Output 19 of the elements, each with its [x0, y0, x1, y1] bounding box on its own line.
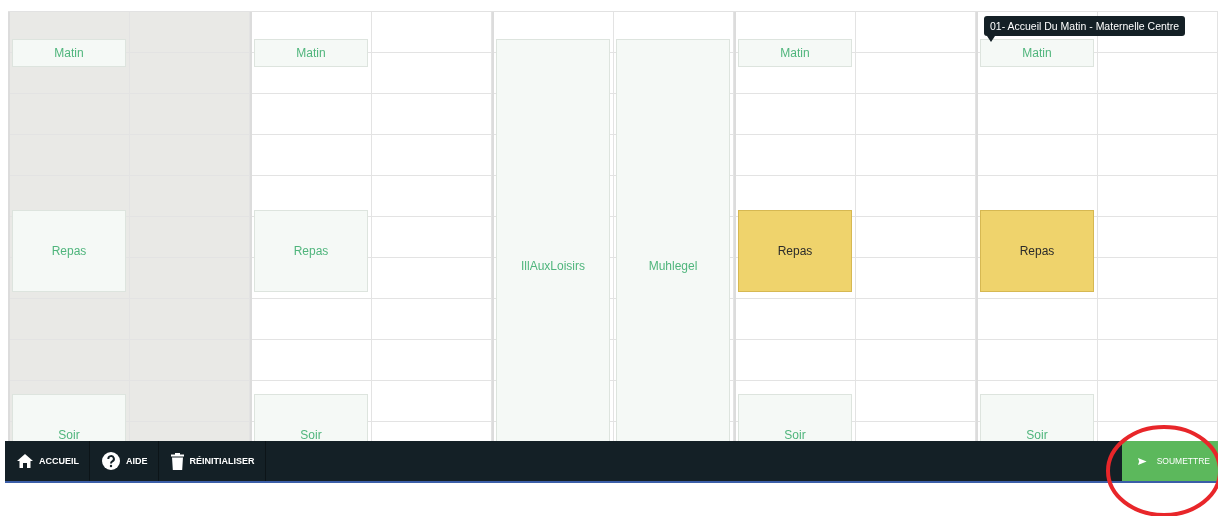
activity-slot[interactable]: Soir — [980, 394, 1094, 441]
activity-slot[interactable]: Soir — [738, 394, 852, 441]
toolbar-button[interactable]: AIDE — [90, 441, 159, 481]
activity-slot[interactable]: Muhlegel — [616, 39, 730, 441]
submit-button[interactable]: SOUMETTRE — [1122, 441, 1218, 481]
activity-slot[interactable]: Matin — [254, 39, 368, 67]
activity-slot[interactable]: Repas — [254, 210, 368, 292]
toolbar-button[interactable]: ACCUEIL — [5, 441, 90, 481]
toolbar-button[interactable]: RÉINITIALISER — [158, 441, 266, 481]
help-icon — [102, 452, 120, 470]
activity-slot[interactable]: IllAuxLoisirs — [496, 39, 610, 441]
activity-slot[interactable]: Repas — [980, 210, 1094, 292]
home-icon — [17, 454, 33, 468]
trash-icon — [170, 452, 184, 470]
activity-slot[interactable]: Repas — [738, 210, 852, 292]
tooltip: 01- Accueil Du Matin - Maternelle Centre — [984, 16, 1186, 42]
activity-slot[interactable]: Matin — [980, 39, 1094, 67]
activity-slot[interactable]: Soir — [254, 394, 368, 441]
activity-slot[interactable]: Matin — [738, 39, 852, 67]
